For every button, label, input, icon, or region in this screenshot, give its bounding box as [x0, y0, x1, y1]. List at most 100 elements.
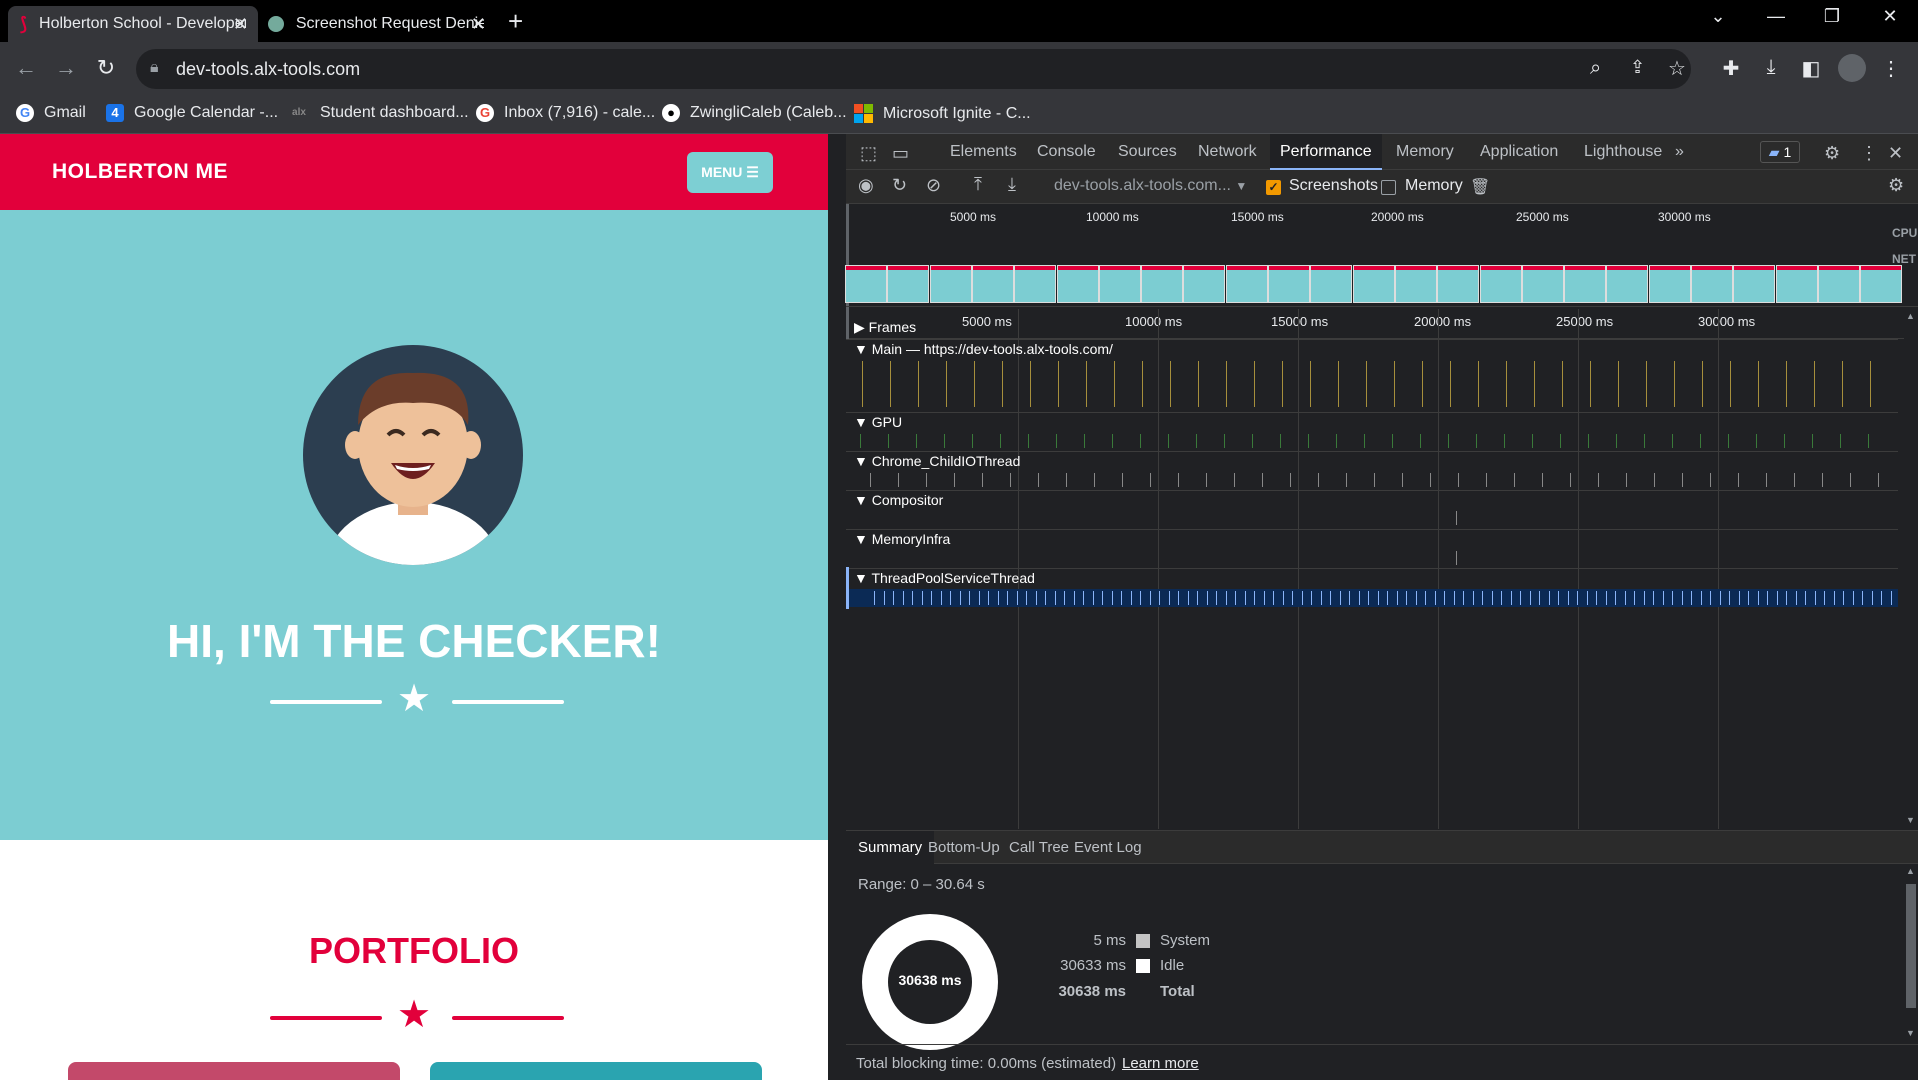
reload-icon[interactable]: ↻ [92, 55, 120, 81]
track-memoryinfra[interactable]: ▼ MemoryInfra [854, 531, 950, 547]
trace-event[interactable] [997, 591, 999, 605]
trace-event[interactable] [1054, 591, 1056, 605]
trace-event[interactable] [1073, 591, 1075, 605]
trace-event[interactable] [1415, 591, 1417, 605]
trace-event[interactable] [1672, 591, 1673, 605]
settings-gear-icon[interactable]: ⚙ [1824, 143, 1840, 164]
trace-event[interactable] [1112, 434, 1113, 448]
trace-event[interactable] [1262, 473, 1263, 487]
screenshot-thumbnail[interactable] [887, 265, 930, 303]
trace-event[interactable] [1700, 591, 1702, 605]
trace-event[interactable] [1776, 591, 1778, 605]
trace-event[interactable] [1463, 591, 1464, 605]
tab-console[interactable]: Console [1037, 143, 1096, 161]
screenshot-thumbnail[interactable] [1860, 265, 1903, 303]
trace-event[interactable] [1366, 361, 1367, 407]
trace-event[interactable] [1420, 434, 1421, 448]
trace-event[interactable] [1472, 591, 1474, 605]
issues-badge[interactable]: ▰ 1 [1760, 141, 1800, 163]
trace-event[interactable] [1254, 591, 1255, 605]
trace-event[interactable] [1548, 591, 1550, 605]
trace-event[interactable] [1626, 473, 1627, 487]
trace-event[interactable] [1030, 361, 1031, 407]
trace-event[interactable] [1368, 591, 1369, 605]
screenshot-thumbnail[interactable] [1564, 265, 1607, 303]
bookmark-star-icon[interactable]: ☆ [1668, 56, 1686, 81]
bookmark-inbox[interactable]: G Inbox (7,916) - cale... [476, 104, 655, 122]
trace-event[interactable] [1318, 473, 1319, 487]
menu-button[interactable]: MENU ☰ [687, 152, 773, 193]
trace-event[interactable] [1738, 591, 1740, 605]
trace-event[interactable] [1644, 434, 1645, 448]
side-panel-icon[interactable]: ◧ [1798, 56, 1824, 81]
trace-event[interactable] [1590, 361, 1591, 407]
bookmark-gmail[interactable]: G Gmail [16, 104, 86, 122]
trace-event[interactable] [1130, 591, 1132, 605]
trace-event[interactable] [1168, 591, 1170, 605]
trace-event[interactable] [1814, 361, 1815, 407]
bookmark-student-dashboard[interactable]: alx Student dashboard... [288, 104, 469, 122]
trace-event[interactable] [1178, 591, 1179, 605]
trace-event[interactable] [1038, 473, 1039, 487]
tab-sources[interactable]: Sources [1118, 143, 1177, 161]
trace-event[interactable] [1254, 361, 1255, 407]
trace-event[interactable] [1444, 591, 1445, 605]
trace-event[interactable] [1615, 591, 1616, 605]
trace-event[interactable] [1586, 591, 1588, 605]
trace-event[interactable] [1646, 361, 1647, 407]
trace-event[interactable] [1501, 591, 1502, 605]
screenshot-thumbnail[interactable] [1098, 265, 1141, 303]
trace-event[interactable] [1596, 591, 1597, 605]
trace-event[interactable] [1738, 473, 1739, 487]
trace-event[interactable] [1710, 473, 1711, 487]
trace-event[interactable] [1056, 434, 1057, 448]
tab-event-log[interactable]: Event Log [1074, 839, 1142, 856]
trace-event[interactable] [1682, 473, 1683, 487]
trace-event[interactable] [1028, 434, 1029, 448]
trace-event[interactable] [1881, 591, 1882, 605]
trace-event[interactable] [1140, 591, 1141, 605]
trace-event[interactable] [1234, 473, 1235, 487]
trace-event[interactable] [1840, 434, 1841, 448]
trace-event[interactable] [1310, 361, 1311, 407]
memory-checkbox[interactable] [1381, 180, 1396, 195]
trace-event[interactable] [918, 361, 919, 407]
screenshots-checkbox[interactable]: ✓ [1266, 180, 1281, 195]
trace-event[interactable] [1396, 591, 1398, 605]
avatar[interactable] [1838, 54, 1866, 82]
trace-event[interactable] [1066, 473, 1067, 487]
trace-event[interactable] [926, 473, 927, 487]
trace-event[interactable] [1562, 361, 1563, 407]
trace-event[interactable] [1168, 434, 1169, 448]
back-icon[interactable]: ← [12, 55, 40, 81]
screenshot-thumbnail[interactable] [845, 265, 887, 303]
trace-event[interactable] [1570, 473, 1571, 487]
trace-event[interactable] [1402, 473, 1403, 487]
trace-event[interactable] [1084, 434, 1085, 448]
screenshot-thumbnail[interactable] [1310, 265, 1353, 303]
trace-event[interactable] [1598, 473, 1599, 487]
trace-event[interactable] [950, 591, 951, 605]
tab-lighthouse[interactable]: Lighthouse [1584, 143, 1662, 161]
trace-event[interactable] [1430, 473, 1431, 487]
clear-icon[interactable]: ⊘ [926, 175, 941, 196]
trace-event[interactable] [921, 591, 923, 605]
trace-event[interactable] [1083, 591, 1084, 605]
trace-event[interactable] [1111, 591, 1113, 605]
trace-event[interactable] [1387, 591, 1388, 605]
trace-event[interactable] [1878, 473, 1879, 487]
track-compositor[interactable]: ▼ Compositor [854, 492, 943, 508]
trace-event[interactable] [1862, 591, 1863, 605]
trace-event[interactable] [1757, 591, 1759, 605]
trace-event[interactable] [1458, 473, 1459, 487]
trace-event[interactable] [890, 361, 891, 407]
trace-event[interactable] [1577, 591, 1578, 605]
trace-event[interactable] [1560, 434, 1561, 448]
trace-event[interactable] [1150, 473, 1151, 487]
trace-event[interactable] [1224, 434, 1225, 448]
scrollbar-thumb[interactable] [1906, 884, 1916, 1008]
new-tab-button[interactable]: + [508, 6, 523, 37]
track-frames[interactable]: ▶ Frames [854, 319, 916, 336]
screenshot-thumbnail[interactable] [1014, 265, 1057, 303]
trace-event[interactable] [1364, 434, 1365, 448]
